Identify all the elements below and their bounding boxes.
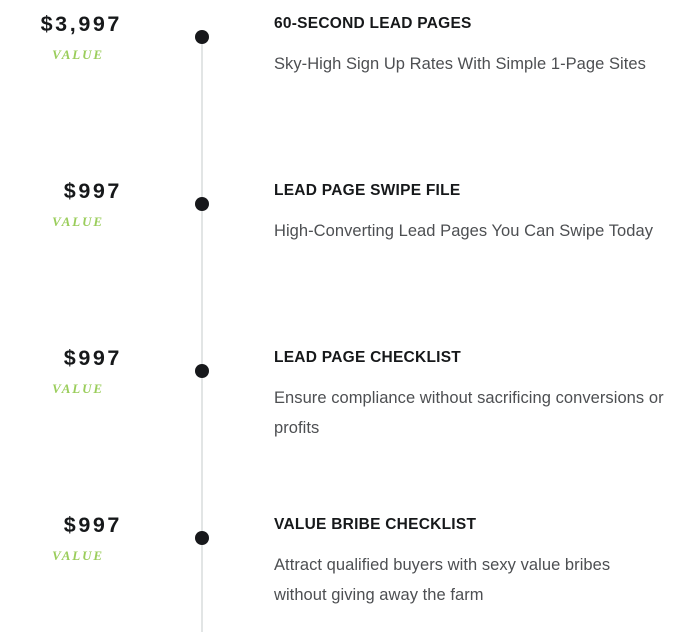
timeline-item: $997 VALUE VALUE BRIBE CHECKLIST Attract… <box>0 513 680 632</box>
value-column: $997 VALUE <box>0 513 122 563</box>
timeline-dot-icon <box>195 364 209 378</box>
price-amount: $3,997 <box>40 12 122 36</box>
value-caption: VALUE <box>52 380 104 396</box>
price-amount: $997 <box>63 179 122 203</box>
value-caption: VALUE <box>52 547 104 563</box>
price-amount: $997 <box>63 346 122 370</box>
value-caption: VALUE <box>52 46 104 62</box>
content-column: LEAD PAGE SWIPE FILE High-Converting Lea… <box>274 181 666 246</box>
timeline-item: $997 VALUE LEAD PAGE CHECKLIST Ensure co… <box>0 346 680 515</box>
value-column: $3,997 VALUE <box>0 12 122 62</box>
timeline-dot-icon <box>195 30 209 44</box>
price-amount: $997 <box>63 513 122 537</box>
value-stack-timeline: $3,997 VALUE 60-SECOND LEAD PAGES Sky-Hi… <box>0 0 680 632</box>
timeline-dot-icon <box>195 197 209 211</box>
content-column: 60-SECOND LEAD PAGES Sky-High Sign Up Ra… <box>274 14 666 79</box>
value-column: $997 VALUE <box>0 179 122 229</box>
timeline-dot-icon <box>195 531 209 545</box>
item-description: Sky-High Sign Up Rates With Simple 1-Pag… <box>274 55 646 74</box>
item-heading: LEAD PAGE CHECKLIST <box>274 349 462 366</box>
value-caption: VALUE <box>52 213 104 229</box>
item-description: High-Converting Lead Pages You Can Swipe… <box>274 222 654 241</box>
item-heading: 60-SECOND LEAD PAGES <box>274 15 472 32</box>
timeline-item: $3,997 VALUE 60-SECOND LEAD PAGES Sky-Hi… <box>0 12 680 181</box>
content-column: VALUE BRIBE CHECKLIST Attract qualified … <box>274 515 666 610</box>
item-heading: LEAD PAGE SWIPE FILE <box>274 182 461 199</box>
item-description: Ensure compliance without sacrificing co… <box>274 389 664 438</box>
value-column: $997 VALUE <box>0 346 122 396</box>
content-column: LEAD PAGE CHECKLIST Ensure compliance wi… <box>274 348 666 443</box>
timeline-item: $997 VALUE LEAD PAGE SWIPE FILE High-Con… <box>0 179 680 348</box>
item-heading: VALUE BRIBE CHECKLIST <box>274 516 477 533</box>
item-description: Attract qualified buyers with sexy value… <box>274 556 611 605</box>
